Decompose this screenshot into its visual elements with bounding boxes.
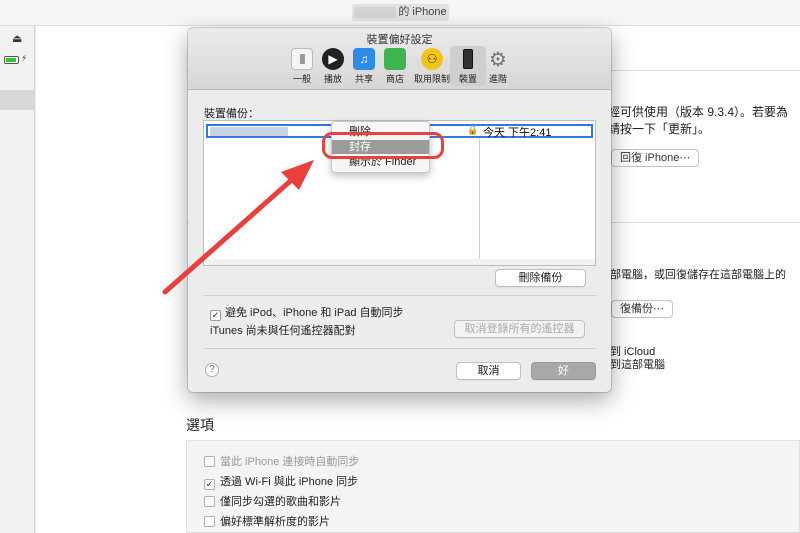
annotation-arrow-icon	[162, 160, 314, 295]
